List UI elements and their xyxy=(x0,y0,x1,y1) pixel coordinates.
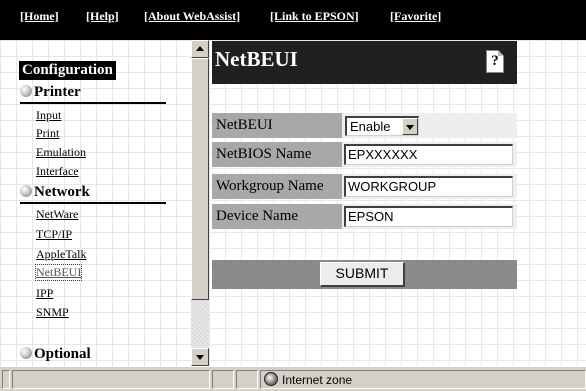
bullet-icon xyxy=(20,347,32,359)
page-title: NetBEUI xyxy=(215,47,298,71)
submit-bar: SUBMIT xyxy=(212,260,517,289)
status-zone-label: Internet zone xyxy=(282,373,353,387)
netbeui-label: NetBEUI xyxy=(212,113,342,138)
section-optional: Optional xyxy=(20,346,91,363)
submit-button[interactable]: SUBMIT xyxy=(320,262,405,287)
status-panel-progress xyxy=(2,370,10,389)
status-bar: Internet zone xyxy=(0,366,586,391)
sidebar-item-tcpip[interactable]: TCP/IP xyxy=(36,227,72,242)
sidebar-item-input[interactable]: Input xyxy=(36,108,61,123)
netbeui-select[interactable]: Enable xyxy=(345,116,419,136)
workgroup-name-input[interactable]: WORKGROUP xyxy=(344,176,513,197)
section-network: Network xyxy=(20,184,90,201)
device-name-value-cell: EPSON xyxy=(342,204,517,229)
netbios-name-label: NetBIOS Name xyxy=(212,142,342,167)
scroll-up-button[interactable] xyxy=(191,40,209,58)
bullet-icon xyxy=(20,85,32,97)
status-zone: Internet zone xyxy=(261,372,353,387)
dropdown-arrow-icon xyxy=(406,125,414,130)
nav-link-about-webassist[interactable]: [About WebAssist] xyxy=(144,9,240,24)
content-frame: NetBEUI ? NetBEUI Enable NetBIOS Name EP… xyxy=(209,40,586,366)
top-nav-bar: [Home] [Help] [About WebAssist] [Link to… xyxy=(0,0,586,40)
section-network-label: Network xyxy=(34,184,90,200)
status-panel xyxy=(212,370,234,389)
internet-zone-icon xyxy=(264,372,278,386)
nav-link-favorite[interactable]: [Favorite] xyxy=(390,9,441,24)
section-printer: Printer xyxy=(20,84,81,101)
scroll-down-button[interactable] xyxy=(191,348,209,366)
netbeui-selected-value: Enable xyxy=(350,119,391,134)
panel-header: NetBEUI ? xyxy=(212,41,517,84)
nav-link-help[interactable]: [Help] xyxy=(86,9,119,24)
status-panel xyxy=(236,370,258,389)
dropdown-button[interactable] xyxy=(402,118,418,135)
nav-link-home[interactable]: [Home] xyxy=(20,9,59,24)
status-panel-main xyxy=(12,370,210,389)
sidebar-item-interface[interactable]: Interface xyxy=(36,164,79,179)
sidebar-frame: Configuration Printer Input Print Emulat… xyxy=(0,40,209,366)
sidebar-item-ipp[interactable]: IPP xyxy=(36,286,53,301)
device-name-input[interactable]: EPSON xyxy=(344,206,513,227)
nav-link-link-to-epson[interactable]: [Link to EPSON] xyxy=(270,9,359,24)
section-divider xyxy=(20,202,166,204)
scroll-down-arrow-icon xyxy=(196,355,204,360)
scrollbar-thumb[interactable] xyxy=(191,58,209,300)
workgroup-name-label: Workgroup Name xyxy=(212,174,342,199)
sidebar-item-print[interactable]: Print xyxy=(36,126,59,141)
workgroup-name-value-cell: WORKGROUP xyxy=(342,174,517,199)
netbios-name-value-cell: EPXXXXXX xyxy=(342,142,517,167)
sidebar-item-emulation[interactable]: Emulation xyxy=(36,145,86,160)
sidebar-item-snmp[interactable]: SNMP xyxy=(36,305,69,320)
help-icon[interactable]: ? xyxy=(486,50,504,73)
scroll-up-arrow-icon xyxy=(196,46,204,51)
section-printer-label: Printer xyxy=(34,84,81,100)
sidebar-item-netbeui[interactable]: NetBEUI xyxy=(34,264,83,281)
netbios-name-input[interactable]: EPXXXXXX xyxy=(344,144,513,165)
sidebar-item-appletalk[interactable]: AppleTalk xyxy=(36,247,86,262)
section-optional-label: Optional xyxy=(34,346,91,362)
device-name-label: Device Name xyxy=(212,204,342,229)
status-panel-zone: Internet zone xyxy=(260,370,586,389)
sidebar-scrollbar[interactable] xyxy=(191,40,209,366)
section-divider xyxy=(20,102,166,104)
netbeui-value-cell: Enable xyxy=(342,113,517,138)
sidebar-title: Configuration xyxy=(19,61,116,80)
sidebar-item-netware[interactable]: NetWare xyxy=(36,207,78,222)
bullet-icon xyxy=(20,185,32,197)
